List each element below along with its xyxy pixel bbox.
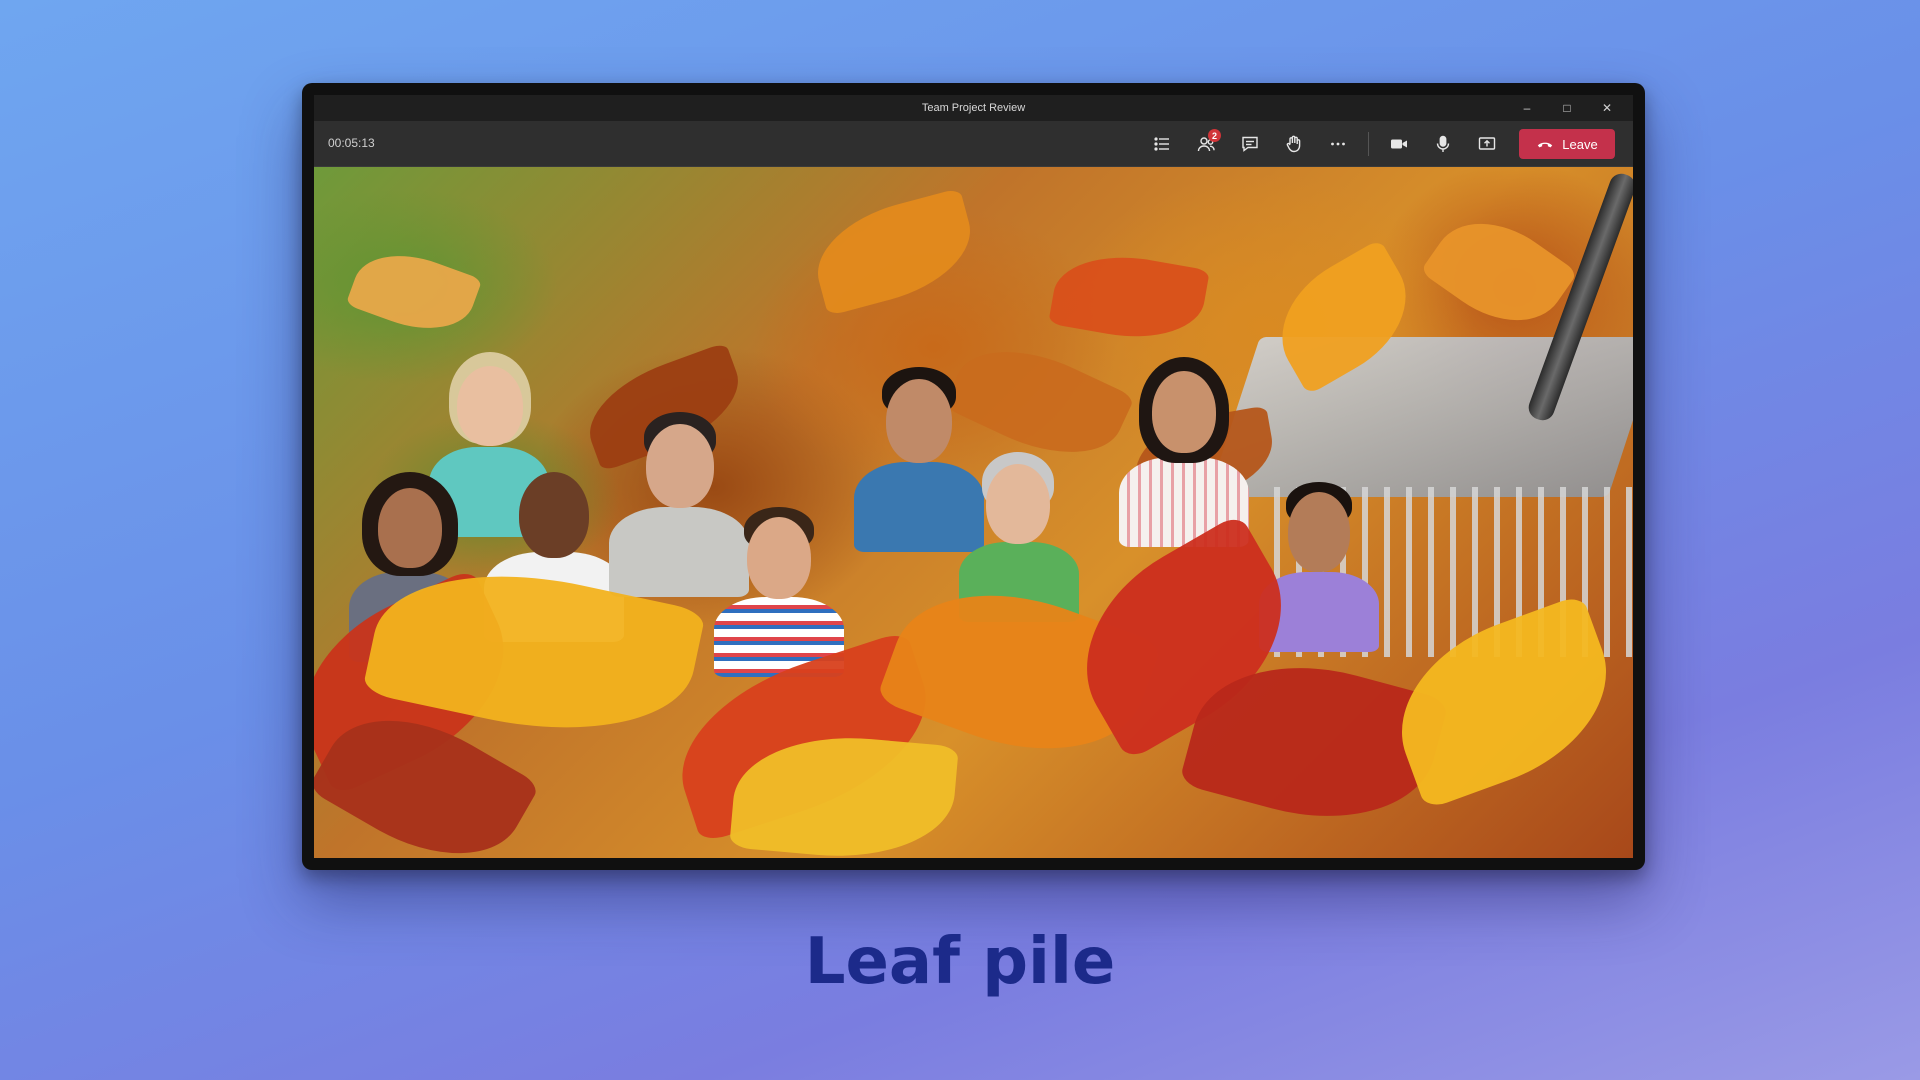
microphone-button[interactable] — [1425, 128, 1461, 160]
raise-hand-icon — [1286, 135, 1301, 153]
share-screen-icon — [1478, 137, 1496, 150]
toolbar-divider — [1368, 132, 1369, 156]
meeting-timer: 00:05:13 — [328, 136, 375, 150]
leave-label: Leave — [1562, 136, 1598, 152]
participant-avatar — [709, 507, 849, 677]
chat-icon — [1242, 136, 1258, 152]
monitor-frame: Team Project Review – □ ✕ 00:05:13 2 Lea… — [302, 83, 1645, 870]
camera-button[interactable] — [1381, 128, 1417, 160]
meeting-toolbar: 00:05:13 2 Leave — [314, 121, 1633, 167]
title-bar: Team Project Review – □ ✕ — [314, 95, 1633, 121]
window-controls: – □ ✕ — [1507, 95, 1627, 121]
meeting-window: Team Project Review – □ ✕ 00:05:13 2 Lea… — [314, 95, 1633, 858]
maximize-button[interactable]: □ — [1547, 95, 1587, 121]
together-mode-stage — [314, 167, 1633, 858]
leaf — [345, 238, 483, 346]
leaf — [1419, 197, 1579, 347]
scene-caption: Leaf pile — [804, 925, 1116, 999]
share-screen-button[interactable] — [1469, 128, 1505, 160]
participants-button[interactable]: 2 — [1188, 128, 1224, 160]
minimize-button[interactable]: – — [1507, 95, 1547, 121]
microphone-icon — [1436, 135, 1450, 152]
participants-badge: 2 — [1208, 129, 1221, 142]
list-icon — [1154, 137, 1169, 151]
chat-button[interactable] — [1232, 128, 1268, 160]
leave-button[interactable]: Leave — [1519, 129, 1615, 159]
list-button[interactable] — [1144, 128, 1180, 160]
close-button[interactable]: ✕ — [1587, 95, 1627, 121]
raise-hand-button[interactable] — [1276, 128, 1312, 160]
leaf — [805, 187, 983, 317]
window-title: Team Project Review — [921, 102, 1026, 114]
camera-icon — [1391, 139, 1407, 149]
more-icon — [1331, 142, 1345, 146]
meeting-controls: 2 Leave — [1144, 128, 1615, 160]
more-options-button[interactable] — [1320, 128, 1356, 160]
phone-hangup-icon — [1538, 142, 1553, 148]
leaf — [1048, 244, 1210, 350]
